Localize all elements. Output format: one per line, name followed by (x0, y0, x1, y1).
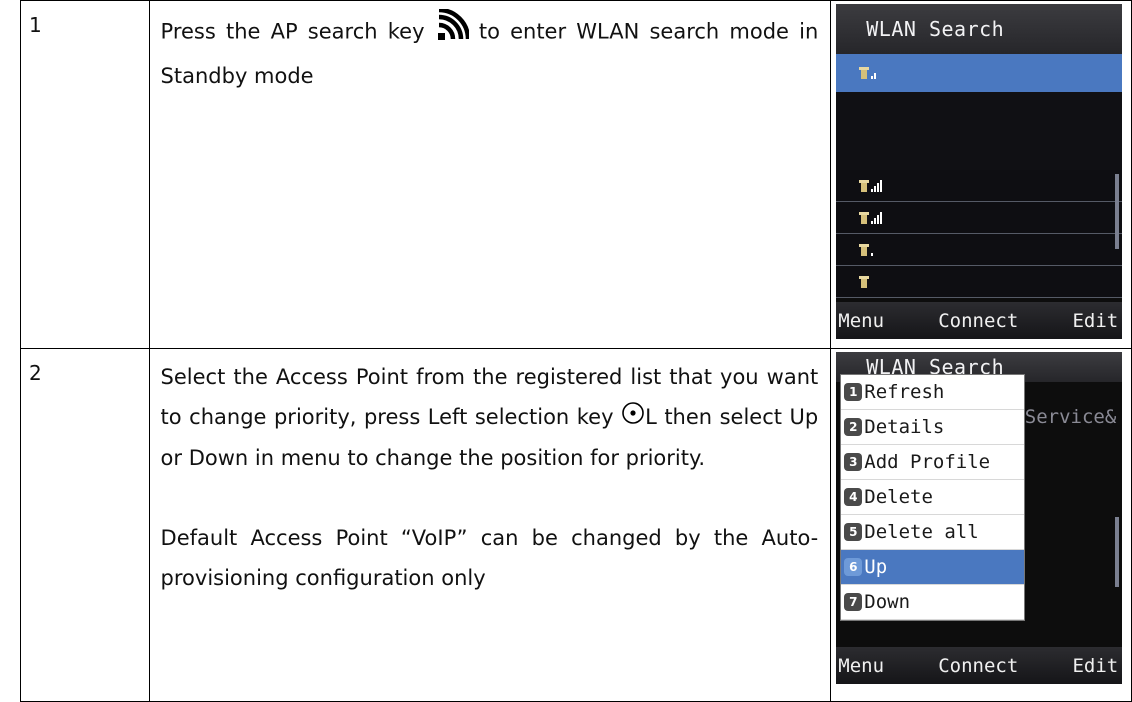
softkey-left[interactable]: Menu (838, 655, 884, 677)
softkey-center[interactable]: Connect (938, 310, 1018, 332)
screen-title: WLAN Search (836, 4, 1123, 54)
ap-list-item-selected[interactable] (836, 54, 1123, 92)
steps-table: 1 Press the AP search key to enter WLAN … (20, 0, 1132, 702)
ap-list-item[interactable] (836, 202, 1123, 234)
softkey-right[interactable]: Edit (1072, 310, 1118, 332)
scrollbar[interactable] (1115, 174, 1120, 249)
ap-list-item[interactable] (836, 170, 1123, 202)
step-description: Press the AP search key to enter WLAN se… (148, 0, 832, 349)
phone-screen: WLAN Search Service& 1 Refresh 2 Details 3… (836, 352, 1123, 684)
menu-item-down[interactable]: 7 Down (841, 585, 1025, 620)
menu-item-refresh[interactable]: 1 Refresh (841, 375, 1025, 410)
signal-strength-icon (859, 67, 877, 79)
screenshot-cell: WLAN Search Menu Connect Edit (830, 0, 1132, 349)
ap-list-item[interactable] (836, 266, 1123, 298)
menu-item-up[interactable]: 6 Up (841, 550, 1025, 585)
phone-screen: WLAN Search Menu Connect Edit (836, 4, 1123, 339)
menu-item-add-profile[interactable]: 3 Add Profile (841, 445, 1025, 480)
list-spacer (836, 92, 1123, 170)
softkey-right[interactable]: Edit (1072, 655, 1118, 677)
screenshot-cell: WLAN Search Service& 1 Refresh 2 Details 3… (830, 348, 1132, 702)
menu-item-delete[interactable]: 4 Delete (841, 480, 1025, 515)
softkey-left[interactable]: Menu (838, 310, 884, 332)
signal-strength-icon (859, 275, 870, 288)
step-row: 2 Select the Access Point from the regis… (20, 348, 1132, 702)
desc-text: Press the AP search key (160, 19, 425, 44)
menu-item-details[interactable]: 2 Details (841, 410, 1025, 445)
background-ap-label: Service& (1024, 406, 1117, 428)
signal-strength-icon (859, 179, 883, 192)
left-selection-key-icon (621, 398, 645, 438)
key-label: L (645, 405, 657, 429)
note-text: Default Access Point “VoIP” can be chang… (160, 526, 819, 590)
step-number: 2 (20, 348, 150, 702)
signal-strength-icon (859, 243, 874, 256)
menu-item-delete-all[interactable]: 5 Delete all (841, 515, 1025, 550)
scrollbar[interactable] (1115, 517, 1120, 587)
step-row: 1 Press the AP search key to enter WLAN … (20, 0, 1132, 349)
softkey-bar: Menu Connect Edit (836, 302, 1123, 339)
wifi-signal-icon (435, 7, 470, 56)
softkey-center[interactable]: Connect (938, 655, 1018, 677)
step-description: Select the Access Point from the registe… (148, 348, 832, 702)
signal-strength-icon (859, 211, 883, 224)
ap-list-item[interactable] (836, 234, 1123, 266)
options-menu: 1 Refresh 2 Details 3 Add Profile 4 Delete 5… (840, 374, 1026, 621)
softkey-bar: Menu Connect Edit (836, 647, 1123, 684)
step-number: 1 (20, 0, 150, 349)
